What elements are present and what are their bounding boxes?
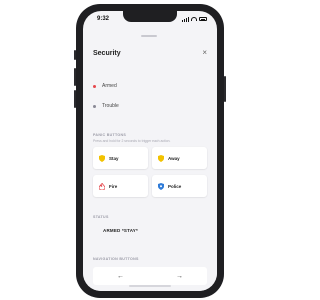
battery-icon: [199, 17, 207, 21]
status-section-heading: STATUS: [93, 215, 109, 219]
security-sheet: Security × Armed Trouble PANIC BUTTONS P…: [83, 39, 217, 291]
panic-section-heading: PANIC BUTTONS: [93, 133, 127, 137]
arrow-right-icon[interactable]: →: [176, 273, 183, 280]
volume-up-button: [74, 68, 76, 86]
panic-button-police[interactable]: Police: [152, 175, 207, 197]
status-trouble-row: Trouble: [93, 103, 119, 109]
panic-button-fire[interactable]: Fire: [93, 175, 148, 197]
status-time: 9:32: [97, 16, 110, 22]
panic-button-stay[interactable]: Stay: [93, 147, 148, 169]
status-icons: [182, 16, 207, 22]
notch: [123, 11, 177, 22]
police-badge-icon: [158, 182, 164, 190]
panic-button-label: Away: [168, 155, 180, 161]
power-button: [224, 76, 226, 102]
navigation-section-heading: NAVIGATION BUTTONS: [93, 257, 139, 261]
panic-button-away[interactable]: Away: [152, 147, 207, 169]
phone-screen: 9:32 Security × Armed Trouble PANIC BUTT…: [83, 11, 217, 291]
shield-icon: [158, 154, 164, 162]
arm-status-value: ARMED *STAY*: [103, 228, 138, 233]
sheet-grabber[interactable]: [141, 35, 157, 37]
navigation-bar: ← →: [93, 267, 207, 285]
trouble-indicator-icon: [93, 104, 96, 108]
sheet-title: Security: [93, 49, 121, 57]
close-icon[interactable]: ×: [202, 49, 207, 57]
signal-icon: [182, 16, 189, 22]
status-trouble-label: Trouble: [102, 103, 119, 109]
status-armed-row: Armed: [93, 83, 117, 89]
armed-indicator-icon: [93, 84, 96, 88]
home-indicator[interactable]: [129, 285, 171, 287]
panic-section-hint: Press and hold for 2 seconds to trigger …: [93, 139, 171, 143]
wifi-icon: [191, 17, 197, 21]
arrow-left-icon[interactable]: ←: [117, 273, 124, 280]
mute-switch: [74, 50, 76, 60]
shield-icon: [99, 154, 105, 162]
volume-down-button: [74, 90, 76, 108]
panic-button-label: Stay: [109, 155, 119, 161]
panic-button-label: Police: [168, 183, 182, 189]
sheet-header: Security ×: [93, 47, 207, 59]
panic-button-label: Fire: [109, 183, 118, 189]
status-armed-label: Armed: [102, 83, 117, 89]
fire-icon: [99, 182, 105, 190]
phone-frame: 9:32 Security × Armed Trouble PANIC BUTT…: [74, 4, 226, 298]
